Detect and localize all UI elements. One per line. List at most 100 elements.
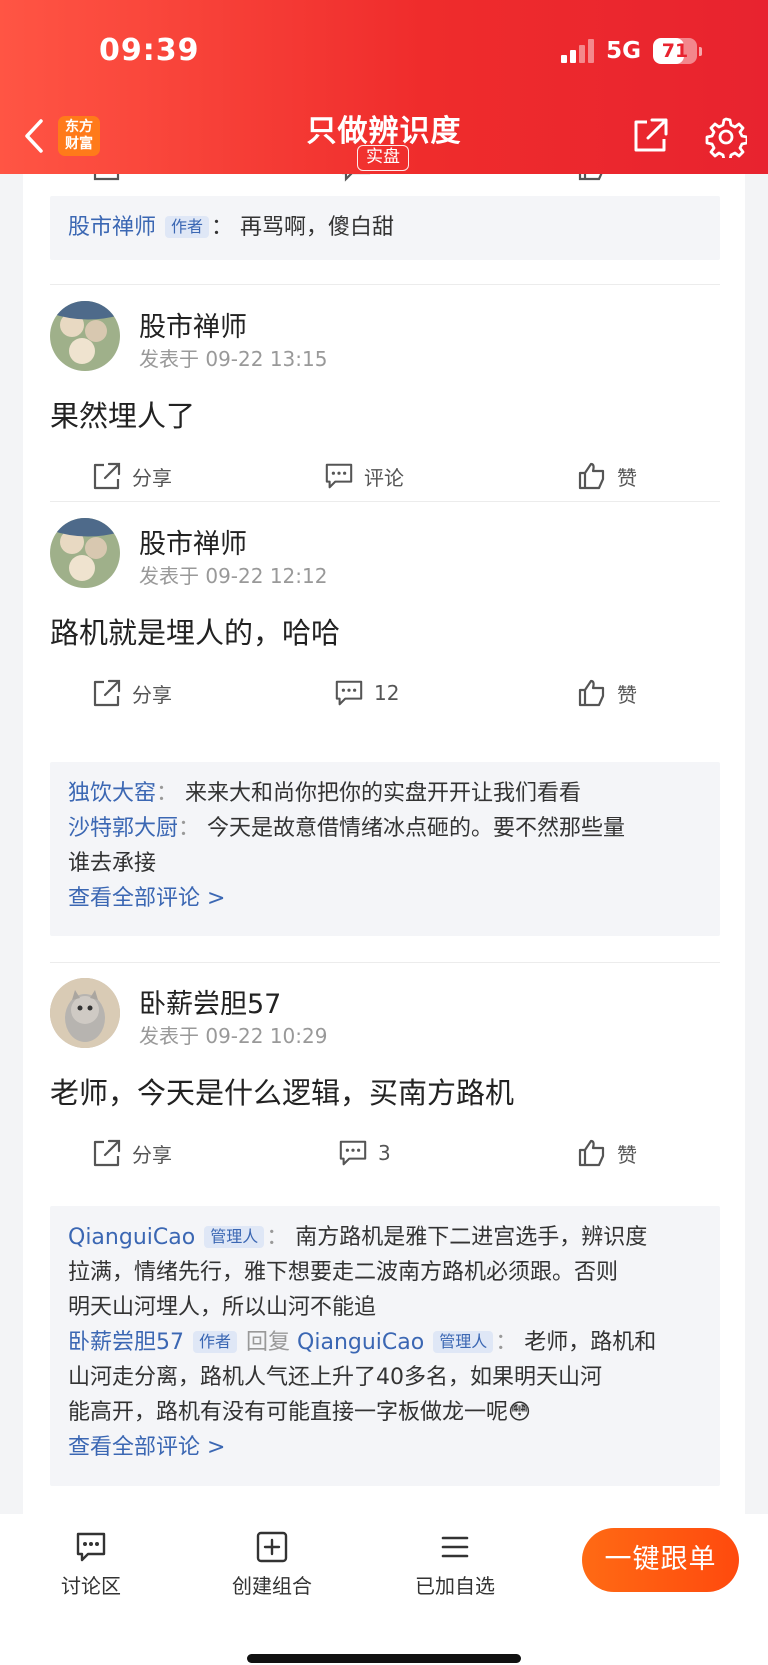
like-action[interactable]: 赞 [577,678,637,708]
reply-sep: ： [178,816,201,841]
reply-to-username[interactable]: QianguiCao [297,1330,424,1355]
post-text: 路机就是埋人的，哈哈 [50,616,341,650]
share-icon[interactable] [630,116,670,156]
share-icon [93,1139,121,1167]
reply-username[interactable]: 股市禅师 [68,215,156,240]
tab-label: 创建组合 [232,1574,312,1598]
reply-text: 南方路机是雅下二进宫选手，辨识度 [295,1225,648,1250]
divider [50,962,720,963]
thumbs-up-icon [578,1139,605,1167]
share-icon [93,462,121,490]
status-time: 09:39 [99,33,200,68]
portfolio-type-tag: 实盘 [357,145,409,171]
tab-create-portfolio[interactable]: 创建组合 [212,1530,332,1599]
comment-icon[interactable] [340,174,372,182]
thumbs-up-icon [578,462,605,490]
reply-item: 独饮大窑： 来来大和尚你把你的实盘开开让我们看看 [68,776,702,811]
reply-text: 再骂啊，傻白甜 [240,215,395,240]
share-action[interactable]: 分享 [92,1138,172,1168]
tab-label: 已加自选 [415,1574,495,1598]
post-text: 果然埋人了 [50,399,196,433]
like-label: 赞 [617,1142,637,1167]
reply-text: 山河走分离，路机人气还上升了40多名，如果明天山河 [68,1365,602,1390]
home-indicator [247,1654,521,1663]
share-icon [93,679,121,707]
reply-item: QianguiCao 管理人： 南方路机是雅下二进宫选手，辨识度 拉满，情绪先行… [68,1220,702,1325]
comment-action[interactable]: 评论 [324,461,404,491]
plus-box-icon [256,1531,288,1563]
status-indicators: 5G 71 [561,38,702,64]
user-avatar[interactable] [50,301,120,371]
list-icon [441,1536,469,1558]
view-all-comments-link[interactable]: 查看全部评论 > [68,881,702,917]
user-avatar[interactable] [50,978,120,1048]
post-card: 股市禅师 发表于 09-22 12:12 路机就是埋人的，哈哈 分享 12 赞 [50,518,720,718]
signal-icon [561,39,595,63]
comment-icon [335,680,363,706]
comment-action[interactable]: 12 [334,678,399,708]
like-action[interactable]: 赞 [577,461,637,491]
post-username[interactable]: 股市禅师 [139,522,247,561]
comment-feed[interactable]: 股市禅师 作者： 再骂啊，傻白甜 股市禅师 发表于 09-22 13:15 果然… [23,174,745,1514]
view-all-comments-link[interactable]: 查看全部评论 > [68,1430,702,1466]
like-action[interactable]: 赞 [577,1138,637,1168]
app-header: 09:39 5G 71 东方 财富 只做辨识度 实盘 [0,0,768,174]
comment-icon [339,1140,367,1166]
comment-action[interactable]: 3 [338,1138,391,1168]
bottom-toolbar: 讨论区 创建组合 已加自选 一键跟单 [0,1514,768,1665]
thumbs-up-icon[interactable] [577,174,607,182]
divider [50,284,720,285]
tab-discussion[interactable]: 讨论区 [31,1530,151,1599]
reply-text: 老师，路机和 [524,1330,657,1355]
reply-username[interactable]: 卧薪尝胆57 [68,1330,184,1355]
comment-label: 评论 [364,465,404,490]
post-actions: 分享 3 赞 [50,1138,720,1178]
post-time: 发表于 09-22 10:29 [139,1024,328,1048]
author-badge: 作者 [193,1331,238,1353]
divider [50,501,720,502]
network-type: 5G [606,38,641,64]
battery-percent: 71 [661,40,689,62]
share-label: 分享 [132,465,172,490]
post-username[interactable]: 卧薪尝胆57 [139,982,281,1021]
reply-text: 谁去承接 [68,851,157,876]
settings-gear-icon[interactable] [705,116,747,158]
post-username[interactable]: 股市禅师 [139,305,247,344]
reply-text: 能高开，路机有没有可能直接一字板做龙一呢😳 [68,1400,531,1425]
author-badge: 作者 [165,216,210,238]
admin-badge: 管理人 [204,1226,265,1248]
like-label: 赞 [617,465,637,490]
comment-count: 3 [378,1141,391,1165]
admin-badge: 管理人 [433,1331,494,1353]
reply-text: 明天山河埋人，所以山河不能追 [68,1295,377,1320]
tab-label: 讨论区 [61,1574,121,1598]
post-time: 发表于 09-22 13:15 [139,347,328,371]
chat-bubble-icon [76,1532,106,1562]
share-label: 分享 [132,682,172,707]
reply-sep: ： [211,215,234,240]
post-card: 股市禅师 发表于 09-22 13:15 果然埋人了 分享 评论 赞 [50,301,720,501]
share-icon[interactable] [92,174,122,182]
post-actions: 分享 评论 赞 [50,461,720,501]
reply-word: 回复 [246,1330,291,1355]
one-click-follow-button[interactable]: 一键跟单 [582,1528,739,1592]
share-action[interactable]: 分享 [92,461,172,491]
reply-box: 独饮大窑： 来来大和尚你把你的实盘开开让我们看看 沙特郭大厨： 今天是故意借情绪… [50,762,720,936]
reply-text: 今天是故意借情绪冰点砸的。要不然那些量 [207,816,626,841]
reply-box: 股市禅师 作者： 再骂啊，傻白甜 [50,196,720,260]
reply-box: QianguiCao 管理人： 南方路机是雅下二进宫选手，辨识度 拉满，情绪先行… [50,1206,720,1486]
reply-username[interactable]: 沙特郭大厨 [68,816,178,841]
reply-username[interactable]: QianguiCao [68,1225,195,1250]
reply-sep: ： [156,781,179,806]
tab-watchlist[interactable]: 已加自选 [395,1530,515,1599]
reply-username[interactable]: 独饮大窑 [68,781,156,806]
post-card: 卧薪尝胆57 发表于 09-22 10:29 老师，今天是什么逻辑，买南方路机 … [50,978,720,1178]
user-avatar[interactable] [50,518,120,588]
reply-item: 卧薪尝胆57 作者 回复 QianguiCao 管理人： 老师，路机和 山河走分… [68,1325,702,1430]
like-label: 赞 [617,682,637,707]
post-actions: 分享 12 赞 [50,678,720,718]
battery-icon: 71 [653,38,702,64]
share-action[interactable]: 分享 [92,678,172,708]
share-label: 分享 [132,1142,172,1167]
post-time: 发表于 09-22 12:12 [139,564,328,588]
